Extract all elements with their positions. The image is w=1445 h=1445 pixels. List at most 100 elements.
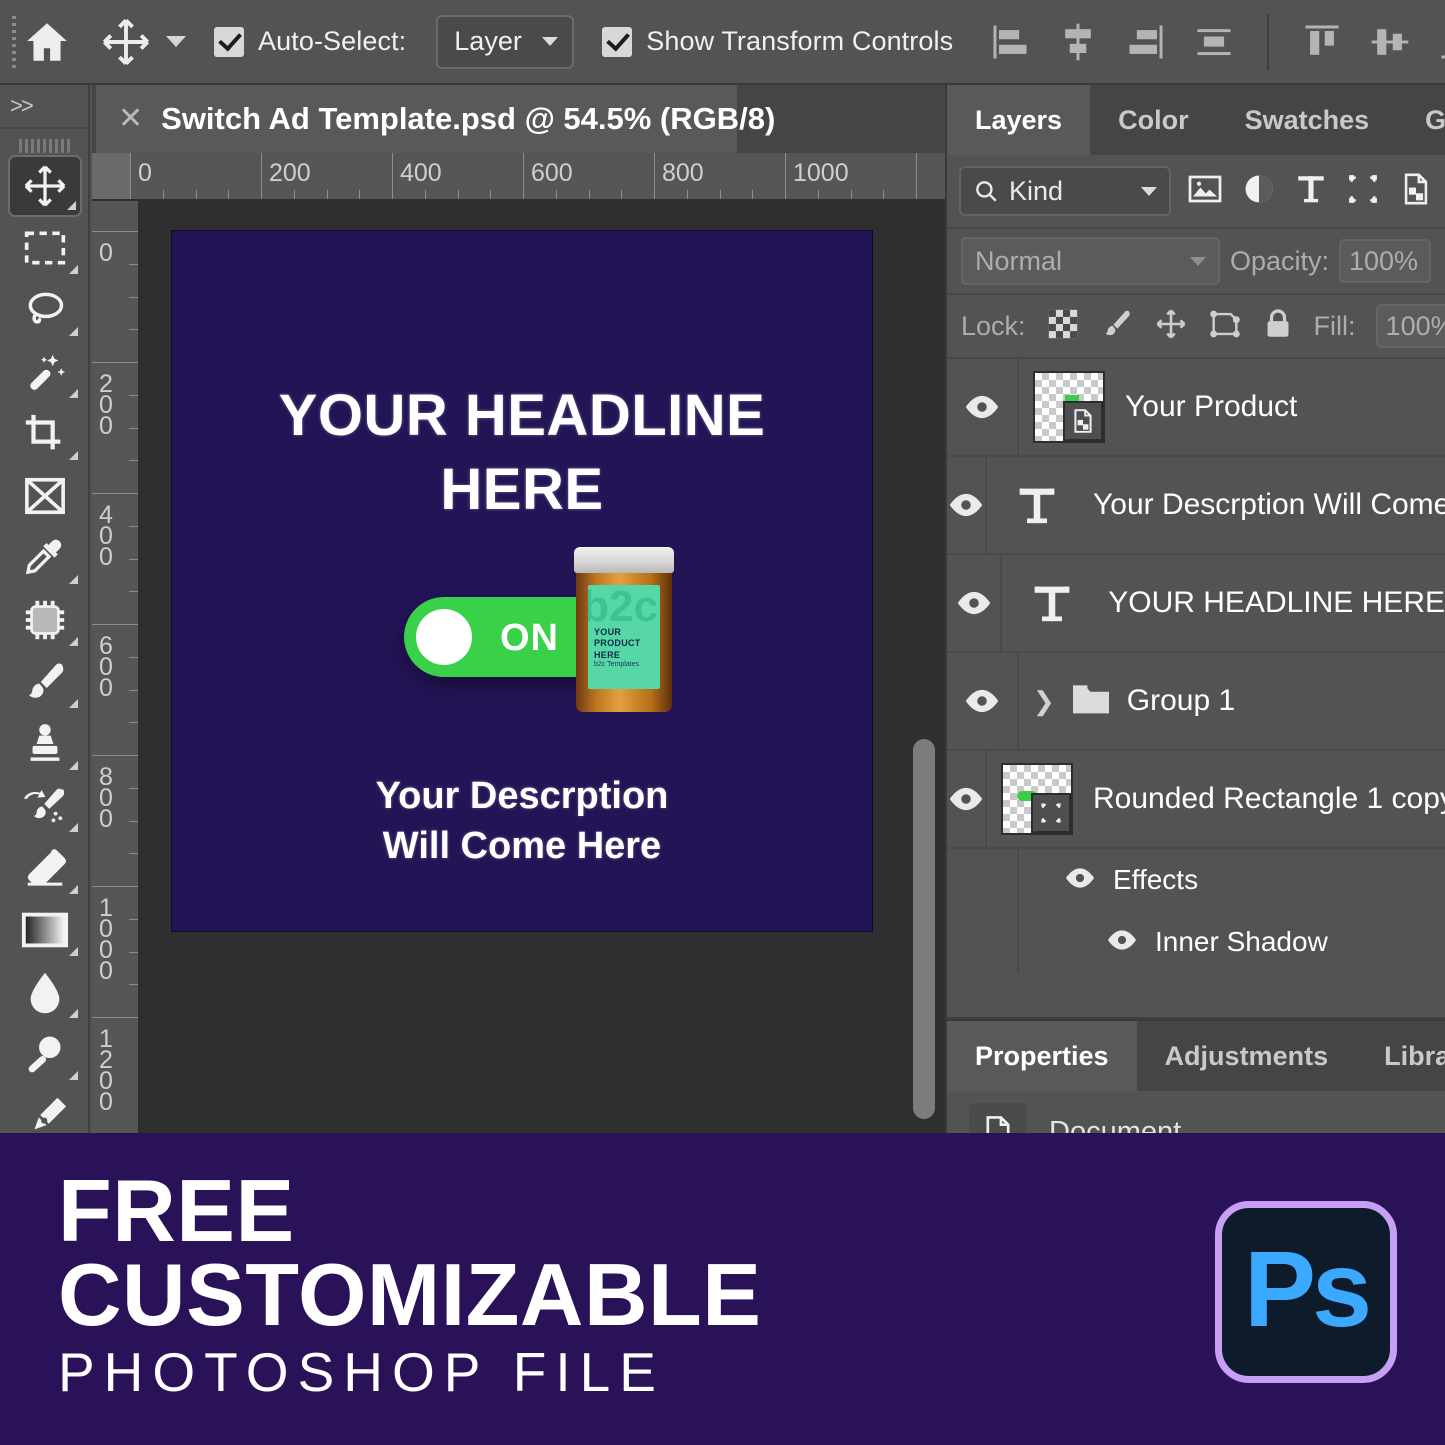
close-icon[interactable]: ✕ xyxy=(118,104,143,134)
layer-effect-item-row[interactable]: Inner Shadow xyxy=(947,911,1445,973)
tool-clone-stamp[interactable] xyxy=(8,713,82,775)
layer-thumbnail[interactable] xyxy=(1033,371,1105,443)
opacity-field[interactable]: 100% xyxy=(1339,239,1431,283)
align-vertical-centers-icon[interactable] xyxy=(1361,13,1419,71)
tab-swatches[interactable]: Swatches xyxy=(1217,85,1398,155)
lock-all-icon[interactable] xyxy=(1262,307,1294,346)
tool-eyedropper[interactable] xyxy=(8,527,82,589)
fill-field[interactable]: 100% xyxy=(1376,304,1445,348)
blend-mode-row: Normal Opacity: 100% xyxy=(947,227,1445,293)
canvas-vertical-scrollbar[interactable] xyxy=(913,739,935,1119)
tool-object-selection[interactable] xyxy=(8,341,82,403)
layer-effects-row[interactable]: Effects xyxy=(947,849,1445,911)
promo-line-1: FREE xyxy=(58,1169,761,1253)
canvas-area[interactable]: YOUR HEADLINE HERE ON b2c YOUR PRODUCT xyxy=(140,201,945,1133)
layer-row[interactable]: Your Descrption Will Come xyxy=(947,457,1445,555)
chevron-right-icon[interactable]: ❯ xyxy=(1033,686,1055,717)
show-transform-controls-checkbox[interactable] xyxy=(602,27,632,57)
adjustment-layers-filter-icon[interactable] xyxy=(1242,172,1276,211)
tool-frame[interactable] xyxy=(8,465,82,527)
eye-icon[interactable] xyxy=(1105,929,1139,956)
lock-artboard-nesting-icon[interactable] xyxy=(1208,307,1242,346)
layer-row[interactable]: ❯ Group 1 xyxy=(947,653,1445,751)
lock-transparent-pixels-icon[interactable] xyxy=(1046,307,1080,346)
eye-icon[interactable] xyxy=(1063,867,1097,894)
auto-select-checkbox[interactable] xyxy=(214,27,244,57)
ruler-h-label: 0 xyxy=(138,159,152,188)
tool-gradient[interactable] xyxy=(8,899,82,961)
smart-object-filter-icon[interactable] xyxy=(1399,172,1433,211)
tab-layers[interactable]: Layers xyxy=(947,85,1090,155)
layer-filter-kind-dropdown[interactable]: Kind xyxy=(959,166,1171,216)
photoshop-window: Auto-Select: Layer Show Transform Contro… xyxy=(0,0,1445,1445)
options-bar-grip[interactable] xyxy=(8,14,16,70)
pixel-layers-filter-icon[interactable] xyxy=(1187,173,1223,210)
tab-color[interactable]: Color xyxy=(1090,85,1217,155)
distribute-horizontal-icon[interactable] xyxy=(1185,13,1243,71)
lock-image-pixels-icon[interactable] xyxy=(1100,307,1134,346)
ruler-origin-box[interactable] xyxy=(92,153,130,201)
tool-rectangular-marquee[interactable] xyxy=(8,217,82,279)
shape-layers-filter-icon[interactable] xyxy=(1346,172,1380,211)
chevron-down-icon[interactable] xyxy=(166,36,186,47)
ruler-h-label: 1000 xyxy=(793,159,849,188)
tool-flyout-indicator xyxy=(69,451,78,460)
chevron-down-icon xyxy=(1141,187,1157,196)
tab-properties[interactable]: Properties xyxy=(947,1021,1137,1091)
chevron-down-icon xyxy=(542,37,558,46)
layer-filter-kind-value: Kind xyxy=(1009,176,1131,207)
eye-icon xyxy=(963,394,1001,420)
home-icon[interactable] xyxy=(22,13,72,71)
tool-dodge[interactable] xyxy=(8,1023,82,1085)
tool-blur[interactable] xyxy=(8,961,82,1023)
layer-visibility-toggle[interactable] xyxy=(947,751,987,847)
tab-libraries[interactable]: Libraries xyxy=(1356,1021,1445,1091)
tool-flyout-indicator xyxy=(69,699,78,708)
tool-brush[interactable] xyxy=(8,651,82,713)
move-tool-icon[interactable] xyxy=(100,16,152,68)
align-right-edges-icon[interactable] xyxy=(1117,13,1175,71)
layer-row[interactable]: Your Product xyxy=(947,359,1445,457)
eye-icon xyxy=(963,688,1001,714)
layer-visibility-toggle[interactable] xyxy=(947,555,1002,651)
artboard[interactable]: YOUR HEADLINE HERE ON b2c YOUR PRODUCT xyxy=(172,231,872,931)
align-horizontal-centers-icon[interactable] xyxy=(1049,13,1107,71)
auto-select-label: Auto-Select: xyxy=(258,26,406,57)
layer-row[interactable]: YOUR HEADLINE HERE xyxy=(947,555,1445,653)
layer-visibility-toggle[interactable] xyxy=(947,359,1019,455)
tool-eraser[interactable] xyxy=(8,837,82,899)
tool-lasso[interactable] xyxy=(8,279,82,341)
jar-sub-text: b2c Templates xyxy=(594,661,639,668)
fill-label: Fill: xyxy=(1314,311,1356,342)
eye-icon xyxy=(947,786,985,812)
photoshop-logo-text: Ps xyxy=(1244,1235,1368,1343)
horizontal-ruler: 0 200 400 600 800 1000 xyxy=(92,153,945,201)
layer-thumbnail[interactable] xyxy=(1001,763,1073,835)
document-tab[interactable]: ✕ Switch Ad Template.psd @ 54.5% (RGB/8) xyxy=(96,85,737,153)
layer-name: Rounded Rectangle 1 copy xyxy=(1093,782,1445,816)
promo-banner-text: FREE CUSTOMIZABLE PHOTOSHOP FILE xyxy=(58,1169,761,1407)
layer-name: Group 1 xyxy=(1127,684,1235,718)
tab-adjustments[interactable]: Adjustments xyxy=(1137,1021,1357,1091)
blend-mode-dropdown[interactable]: Normal xyxy=(961,237,1220,285)
ruler-v-label: 800 xyxy=(96,763,116,826)
tab-gradients[interactable]: Gradie xyxy=(1397,85,1445,155)
auto-select-target-dropdown[interactable]: Layer xyxy=(436,15,574,69)
layer-visibility-toggle[interactable] xyxy=(947,653,1019,749)
ruler-v-label: 600 xyxy=(96,632,116,695)
tool-history-brush[interactable] xyxy=(8,775,82,837)
tool-spot-healing-brush[interactable] xyxy=(8,589,82,651)
lock-position-icon[interactable] xyxy=(1154,307,1188,346)
tool-crop[interactable] xyxy=(8,403,82,465)
type-layers-filter-icon[interactable] xyxy=(1295,172,1327,211)
tools-panel-grip[interactable] xyxy=(0,129,88,155)
layer-visibility-toggle[interactable] xyxy=(947,457,987,553)
jar-label: b2c YOUR PRODUCT HERE b2c Templates xyxy=(588,585,660,689)
align-left-edges-icon[interactable] xyxy=(981,13,1039,71)
layer-row[interactable]: Rounded Rectangle 1 copy xyxy=(947,751,1445,849)
align-bottom-edges-icon[interactable] xyxy=(1429,13,1445,71)
lock-label: Lock: xyxy=(961,311,1026,342)
align-top-edges-icon[interactable] xyxy=(1293,13,1351,71)
expand-toolbar-button[interactable]: >> xyxy=(0,85,88,129)
tool-move[interactable] xyxy=(8,155,82,217)
